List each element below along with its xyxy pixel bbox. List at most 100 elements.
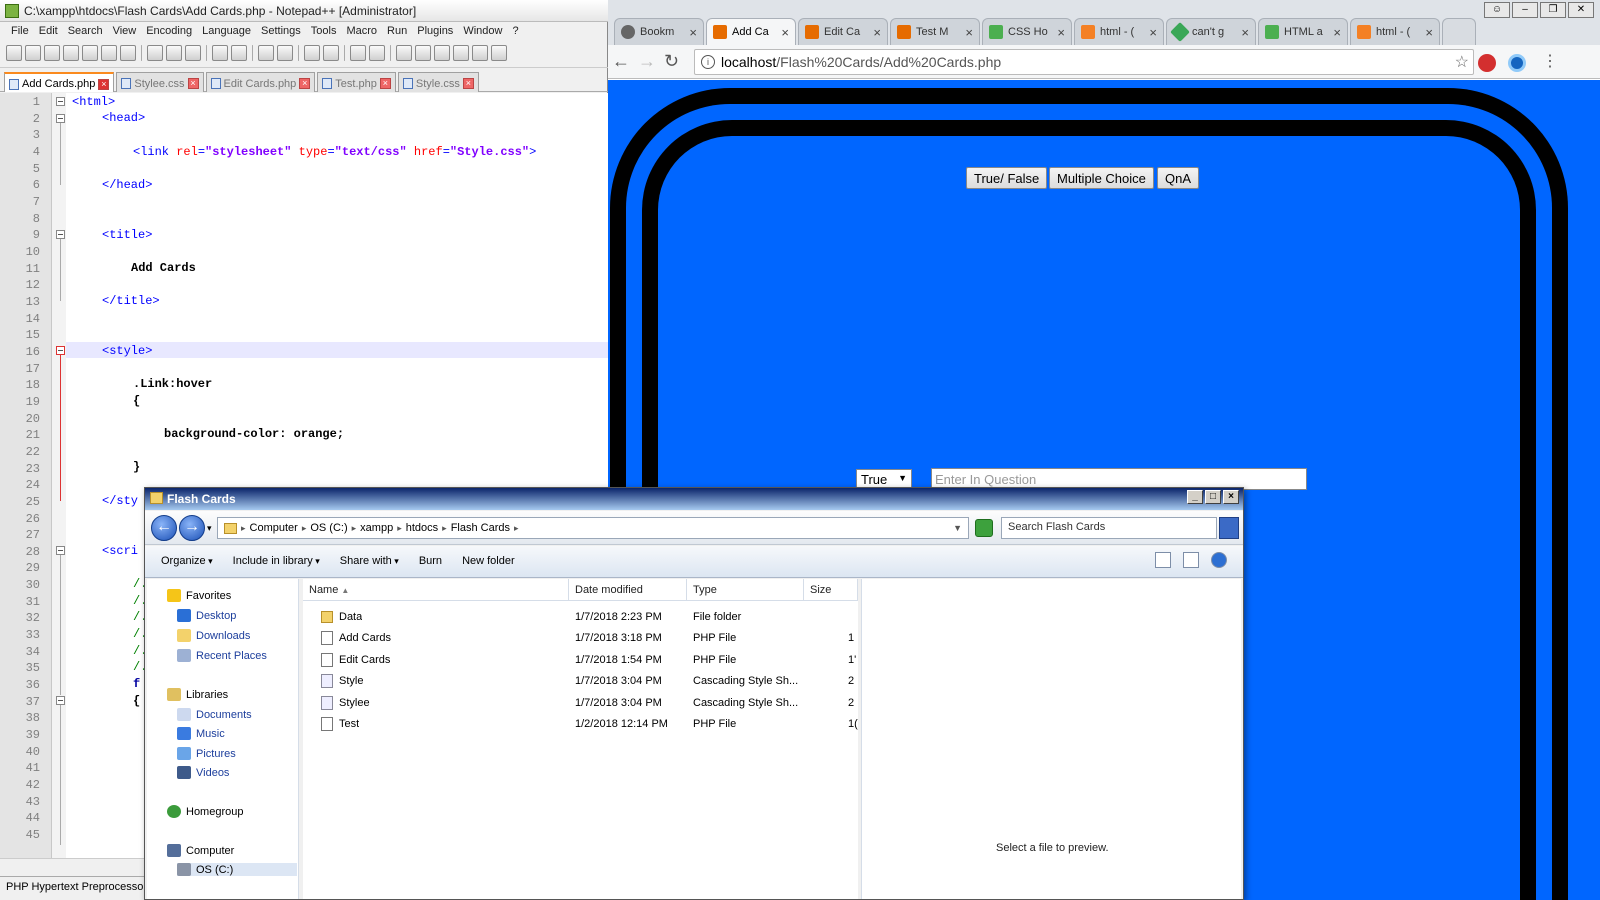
search-input[interactable]: Search Flash Cards (1001, 517, 1217, 539)
close-tab-icon[interactable]: × (873, 25, 881, 40)
maximize-button[interactable]: □ (1205, 490, 1221, 504)
function-list-icon[interactable] (472, 45, 488, 61)
close-tab-icon[interactable]: × (462, 78, 474, 89)
file-tab-edit-cards[interactable]: Edit Cards.php × (205, 72, 316, 92)
menu-run[interactable]: Run (382, 23, 412, 41)
chevron-right-icon[interactable]: ▸ (352, 523, 357, 534)
nav-computer[interactable]: Computer (167, 844, 234, 857)
file-tab-add-cards[interactable]: Add Cards.php × (4, 72, 115, 92)
close-tab-icon[interactable]: × (689, 25, 697, 40)
nav-libraries[interactable]: Libraries (167, 688, 228, 701)
recent-locations-icon[interactable]: ▾ (207, 523, 212, 534)
fold-toggle-icon[interactable] (56, 97, 65, 106)
chevron-down-icon[interactable]: ▼ (953, 523, 962, 533)
column-header-type[interactable]: Type (687, 579, 804, 601)
close-tab-icon[interactable]: × (1333, 25, 1341, 40)
fold-toggle-icon[interactable] (56, 230, 65, 239)
open-file-icon[interactable] (25, 45, 41, 61)
column-header-name[interactable]: Name ▲ (303, 579, 569, 601)
menu-encoding[interactable]: Encoding (141, 23, 197, 41)
multiple-choice-button[interactable]: Multiple Choice (1049, 167, 1154, 189)
breadcrumb[interactable]: ▸ Computer ▸ OS (C:) ▸ xampp ▸ htdocs ▸ Flash… (217, 517, 969, 539)
back-arrow-icon[interactable]: ← (612, 51, 630, 72)
menu-file[interactable]: File (6, 23, 34, 41)
menu-search[interactable]: Search (63, 23, 108, 41)
share-with-button[interactable]: Share with (330, 555, 409, 568)
fold-toggle-icon[interactable] (56, 546, 65, 555)
menu-tools[interactable]: Tools (306, 23, 342, 41)
file-row[interactable]: Add Cards 1/7/2018 3:18 PM PHP File 1 (303, 628, 858, 649)
menu-window[interactable]: Window (458, 23, 507, 41)
zoom-out-icon[interactable] (323, 45, 339, 61)
menu-settings[interactable]: Settings (256, 23, 306, 41)
nav-favorites[interactable]: Favorites (167, 589, 231, 602)
refresh-icon[interactable] (975, 519, 993, 537)
qna-button[interactable]: QnA (1157, 167, 1200, 189)
reload-icon[interactable]: ↻ (664, 51, 679, 72)
browser-tab[interactable]: Test M × (890, 18, 980, 45)
sync-horizontal-icon[interactable] (369, 45, 385, 61)
close-tab-icon[interactable]: × (1149, 25, 1157, 40)
browser-tab-active[interactable]: Add Ca × (706, 18, 796, 45)
breadcrumb-item[interactable]: Computer (250, 522, 298, 534)
close-tab-icon[interactable]: × (1425, 25, 1433, 40)
nav-drive-c[interactable]: OS (C:) (177, 863, 297, 876)
close-window-button[interactable]: × (1223, 490, 1239, 504)
chevron-right-icon[interactable]: ▸ (302, 523, 307, 534)
nav-homegroup[interactable]: Homegroup (167, 805, 243, 818)
minimize-button[interactable]: _ (1187, 490, 1203, 504)
indent-guide-icon[interactable] (434, 45, 450, 61)
nav-recent-places[interactable]: Recent Places (177, 649, 267, 662)
organize-button[interactable]: Organize (151, 555, 223, 568)
forward-arrow-icon[interactable]: → (638, 51, 656, 72)
info-icon[interactable]: i (701, 55, 715, 69)
close-file-icon[interactable] (82, 45, 98, 61)
show-all-chars-icon[interactable] (415, 45, 431, 61)
paste-icon[interactable] (185, 45, 201, 61)
column-header-size[interactable]: Size (804, 579, 858, 601)
new-file-icon[interactable] (6, 45, 22, 61)
breadcrumb-item[interactable]: xampp (360, 522, 393, 534)
adblock-icon[interactable] (1478, 54, 1496, 72)
close-tab-icon[interactable]: × (1241, 25, 1249, 40)
file-tab-test[interactable]: Test.php × (317, 72, 396, 92)
include-in-library-button[interactable]: Include in library (223, 555, 330, 568)
file-row[interactable]: Style 1/7/2018 3:04 PM Cascading Style Sh.… (303, 671, 858, 692)
browser-tab[interactable]: CSS Ho × (982, 18, 1072, 45)
print-icon[interactable] (120, 45, 136, 61)
close-tab-icon[interactable]: × (781, 25, 789, 40)
close-window-button[interactable]: ✕ (1568, 2, 1594, 18)
menu-edit[interactable]: Edit (34, 23, 63, 41)
nav-pictures[interactable]: Pictures (177, 747, 236, 760)
browser-tab[interactable]: Bookm × (614, 18, 704, 45)
copy-icon[interactable] (166, 45, 182, 61)
breadcrumb-item[interactable]: OS (C:) (310, 522, 347, 534)
forward-arrow-icon[interactable]: → (179, 515, 205, 541)
sync-vertical-icon[interactable] (350, 45, 366, 61)
browser-tab[interactable]: html - (× (1074, 18, 1164, 45)
minimize-button[interactable]: – (1512, 2, 1538, 18)
macro-record-icon[interactable] (491, 45, 507, 61)
fold-toggle-icon[interactable] (56, 346, 65, 355)
zoom-in-icon[interactable] (304, 45, 320, 61)
search-icon[interactable] (1219, 517, 1239, 539)
cut-icon[interactable] (147, 45, 163, 61)
preview-pane-icon[interactable] (1183, 552, 1199, 568)
chevron-right-icon[interactable]: ▸ (514, 523, 519, 534)
nav-music[interactable]: Music (177, 727, 225, 740)
breadcrumb-item[interactable]: htdocs (406, 522, 438, 534)
change-view-icon[interactable] (1155, 552, 1171, 568)
redo-icon[interactable] (231, 45, 247, 61)
close-tab-icon[interactable]: × (1057, 25, 1065, 40)
replace-icon[interactable] (277, 45, 293, 61)
undo-icon[interactable] (212, 45, 228, 61)
browser-tab[interactable]: can't g × (1166, 18, 1256, 45)
fold-toggle-icon[interactable] (56, 696, 65, 705)
nav-videos[interactable]: Videos (177, 766, 229, 779)
column-header-date[interactable]: Date modified (569, 579, 687, 601)
fold-toggle-icon[interactable] (56, 114, 65, 123)
new-tab-button[interactable] (1442, 18, 1476, 45)
close-all-icon[interactable] (101, 45, 117, 61)
browser-tab[interactable]: Edit Ca × (798, 18, 888, 45)
file-tab-style[interactable]: Style.css × (397, 72, 479, 92)
